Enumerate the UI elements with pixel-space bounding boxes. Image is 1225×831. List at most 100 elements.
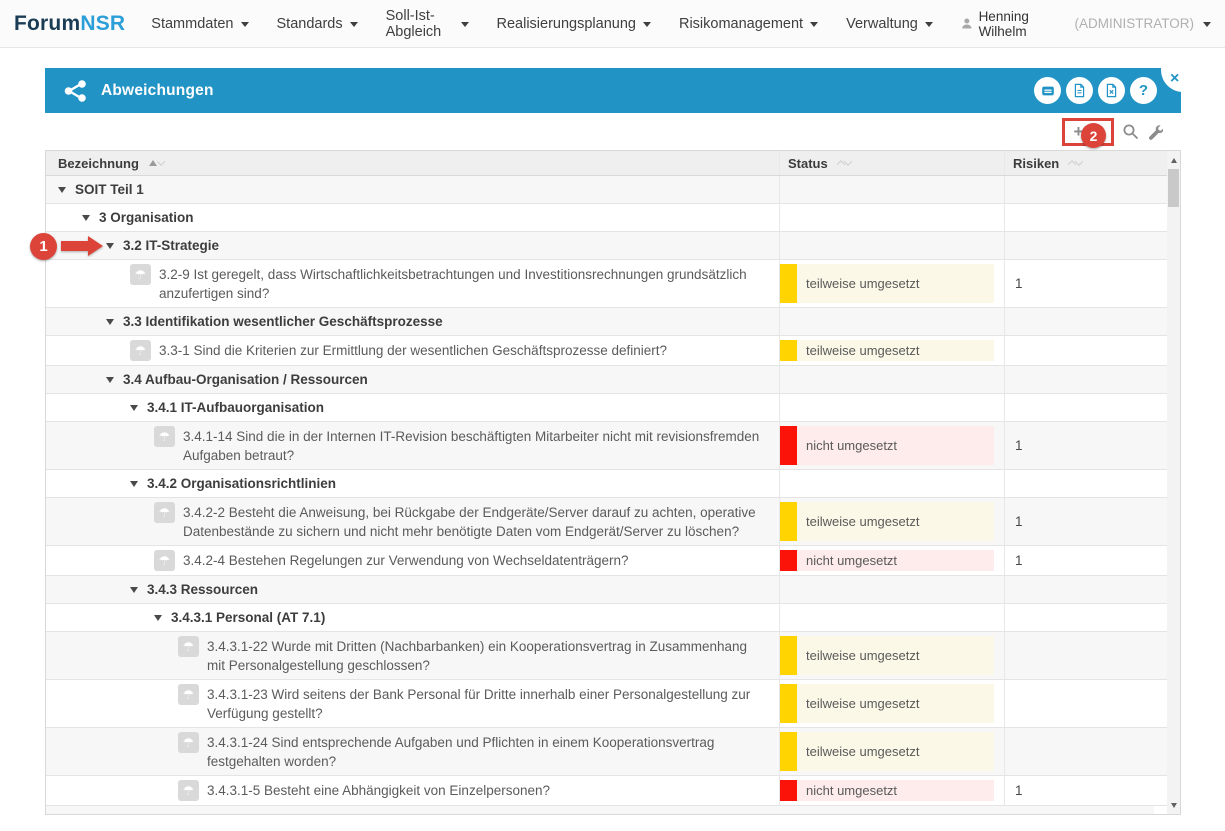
column-header-status[interactable]: Status: [779, 151, 1004, 175]
status-color-block: [780, 780, 797, 801]
item-question-text: 3.4.3.1-5 Besteht eine Abhängigkeit von …: [207, 780, 562, 800]
risks-count: 1: [1004, 498, 1167, 545]
excel-export-icon[interactable]: [1098, 77, 1125, 104]
scroll-up-icon[interactable]: [1167, 153, 1180, 167]
card-list-icon[interactable]: [1034, 77, 1061, 104]
nav-item-label: Stammdaten: [151, 16, 233, 32]
help-icon[interactable]: ?: [1130, 77, 1157, 104]
tree-collapse-icon[interactable]: [106, 243, 114, 249]
risks-count: [1004, 604, 1167, 631]
sort-indicator: [149, 160, 164, 166]
tree-collapse-icon[interactable]: [106, 377, 114, 383]
chevron-down-icon: [643, 22, 651, 27]
status-color-block: [780, 636, 797, 675]
status-cell: teilweise umgesetzt: [779, 728, 1004, 775]
status-cell: [779, 576, 1004, 603]
tree-collapse-icon[interactable]: [58, 187, 66, 193]
status-badge: teilweise umgesetzt: [780, 684, 994, 723]
share-icon[interactable]: [63, 79, 87, 103]
column-label: Bezeichnung: [58, 156, 139, 171]
tree-leaf-row[interactable]: ☂3.4.3.1-24 Sind entsprechende Aufgaben …: [46, 728, 1167, 776]
status-color-block: [780, 550, 797, 571]
measure-umbrella-icon: ☂: [154, 550, 175, 571]
name-cell: ☂3.4.3.1-24 Sind entsprechende Aufgaben …: [46, 728, 779, 775]
item-question-text: 3.4.3.1-22 Wurde mit Dritten (Nachbarban…: [207, 636, 779, 675]
tree-group-row[interactable]: 3.3 Identifikation wesentlicher Geschäft…: [46, 308, 1167, 336]
tree-leaf-row[interactable]: ☂3.4.3.1-23 Wird seitens der Bank Person…: [46, 680, 1167, 728]
nav-item-soll-ist-abgleich[interactable]: Soll-Ist-Abgleich: [386, 8, 469, 40]
status-cell: teilweise umgesetzt: [779, 336, 1004, 365]
status-color-block: [780, 732, 797, 771]
pdf-export-icon[interactable]: [1066, 77, 1093, 104]
nav-item-risikomanagement[interactable]: Risikomanagement: [679, 16, 818, 32]
partial-row: [46, 806, 1154, 814]
tree-collapse-icon[interactable]: [106, 319, 114, 325]
app-logo[interactable]: ForumNSR: [14, 12, 125, 36]
tree-collapse-icon[interactable]: [154, 615, 162, 621]
status-badge: teilweise umgesetzt: [780, 502, 994, 541]
risks-count: [1004, 680, 1167, 727]
tree-leaf-row[interactable]: ☂3.4.1-14 Sind die in der Internen IT-Re…: [46, 422, 1167, 470]
status-label: nicht umgesetzt: [797, 426, 994, 465]
annotation-arrow-1: [61, 236, 103, 256]
status-cell: [779, 232, 1004, 259]
tree-collapse-icon[interactable]: [130, 587, 138, 593]
vertical-scrollbar[interactable]: [1167, 151, 1180, 814]
annotation-step-2: 2: [1081, 123, 1106, 148]
item-question-text: 3.3-1 Sind die Kriterien zur Ermittlung …: [159, 340, 679, 360]
status-color-block: [780, 426, 797, 465]
group-label: 3.4 Aufbau-Organisation / Ressourcen: [123, 372, 368, 387]
tree-group-row[interactable]: 3.4.1 IT-Aufbauorganisation: [46, 394, 1167, 422]
nav-item-label: Risikomanagement: [679, 16, 803, 32]
tree-leaf-row[interactable]: ☂3.4.3.1-5 Besteht eine Abhängigkeit von…: [46, 776, 1167, 806]
table-body: SOIT Teil 1 3 Organisation 3.2 IT-Strategi…: [46, 176, 1167, 806]
tree-group-row[interactable]: 3.2 IT-Strategie: [46, 232, 1167, 260]
status-cell: nicht umgesetzt: [779, 776, 1004, 805]
tree-group-row[interactable]: 3 Organisation: [46, 204, 1167, 232]
tree-leaf-row[interactable]: ☂3.4.2-4 Bestehen Regelungen zur Verwend…: [46, 546, 1167, 576]
tree-leaf-row[interactable]: ☂3.2-9 Ist geregelt, dass Wirtschaftlich…: [46, 260, 1167, 308]
sort-indicator: [838, 160, 851, 166]
name-cell: 3.4.3 Ressourcen: [46, 576, 779, 603]
scroll-down-icon[interactable]: [1167, 798, 1180, 812]
name-cell: ☂3.4.2-2 Besteht die Anweisung, bei Rück…: [46, 498, 779, 545]
column-header-bezeichnung[interactable]: Bezeichnung: [46, 151, 779, 175]
tree-group-row[interactable]: 3.4.3 Ressourcen: [46, 576, 1167, 604]
nav-item-realisierungsplanung[interactable]: Realisierungsplanung: [497, 16, 651, 32]
tree-group-row[interactable]: 3.4.3.1 Personal (AT 7.1): [46, 604, 1167, 632]
panel-actions: ?: [1034, 77, 1157, 104]
user-menu[interactable]: Henning Wilhelm (ADMINISTRATOR): [961, 9, 1211, 39]
tree-group-row[interactable]: 3.4 Aufbau-Organisation / Ressourcen: [46, 366, 1167, 394]
scrollbar-thumb[interactable]: [1168, 169, 1179, 207]
tree-group-row[interactable]: SOIT Teil 1: [46, 176, 1167, 204]
tree-collapse-icon[interactable]: [82, 215, 90, 221]
tree-leaf-row[interactable]: ☂3.4.3.1-22 Wurde mit Dritten (Nachbarba…: [46, 632, 1167, 680]
tree-collapse-icon[interactable]: [130, 405, 138, 411]
item-question-text: 3.4.2-2 Besteht die Anweisung, bei Rückg…: [183, 502, 779, 541]
close-icon[interactable]: ×: [1170, 71, 1179, 87]
nav-item-stammdaten[interactable]: Stammdaten: [151, 16, 248, 32]
status-cell: teilweise umgesetzt: [779, 498, 1004, 545]
status-color-block: [780, 684, 797, 723]
status-label: teilweise umgesetzt: [797, 502, 994, 541]
risks-count: [1004, 204, 1167, 231]
tree-collapse-icon[interactable]: [130, 481, 138, 487]
nav-item-verwaltung[interactable]: Verwaltung: [846, 16, 933, 32]
status-label: teilweise umgesetzt: [797, 264, 994, 303]
status-cell: nicht umgesetzt: [779, 546, 1004, 575]
risks-count: [1004, 470, 1167, 497]
top-bar: ForumNSR Stammdaten Standards Soll-Ist-Abg…: [0, 0, 1225, 48]
status-cell: teilweise umgesetzt: [779, 632, 1004, 679]
group-label: 3.2 IT-Strategie: [123, 238, 219, 253]
tree-group-row[interactable]: 3.4.2 Organisationsrichtlinien: [46, 470, 1167, 498]
search-icon[interactable]: [1122, 123, 1139, 140]
tree-leaf-row[interactable]: ☂3.4.2-2 Besteht die Anweisung, bei Rück…: [46, 498, 1167, 546]
status-cell: [779, 204, 1004, 231]
name-cell: ☂3.4.3.1-5 Besteht eine Abhängigkeit von…: [46, 776, 779, 805]
column-header-risiken[interactable]: Risiken: [1004, 151, 1167, 175]
nav-item-standards[interactable]: Standards: [277, 16, 358, 32]
tree-leaf-row[interactable]: ☂3.3-1 Sind die Kriterien zur Ermittlung…: [46, 336, 1167, 366]
settings-wrench-icon[interactable]: [1147, 124, 1163, 140]
group-label: 3 Organisation: [99, 210, 194, 225]
status-cell: teilweise umgesetzt: [779, 680, 1004, 727]
